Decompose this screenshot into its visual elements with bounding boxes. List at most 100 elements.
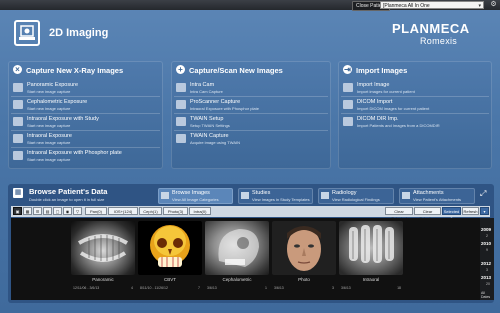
item-subtitle: Acquire image using TWAIN (190, 140, 241, 145)
view-mode-icon[interactable]: ▣ (13, 207, 22, 215)
image-icon (343, 83, 353, 92)
item-subtitle: Import DICOM images for current patient (357, 106, 430, 111)
browse-title: Browse Patient's Data (29, 187, 108, 196)
filter-icon[interactable]: ▽ (73, 207, 82, 215)
cephalometric-exposure-item[interactable]: Cephalometric Exposure Start new image ca… (11, 96, 160, 113)
thumbnail-date: 3/6/13 (341, 286, 351, 290)
thumbnail-label: Cephalometric (222, 277, 252, 282)
thumbnail-panoramic[interactable]: Panoramic 12/11/06 - 3/6/13 4 (71, 221, 135, 295)
proscanner-item[interactable]: ProScanner Capture Intraoral Exposure wit… (174, 96, 328, 113)
capture-xray-panel: × Capture New X-Ray Images Panoramic Exp… (8, 61, 163, 169)
tab-radiology[interactable]: Radiology View Radiological Findings (318, 188, 394, 204)
image-view-icon[interactable]: ▢ (53, 207, 62, 215)
radiology-icon (321, 192, 329, 199)
item-title: Panoramic Exposure (27, 82, 79, 88)
intra-cam-item[interactable]: Intra Cam Intra Cam Capture (174, 80, 328, 96)
filter-intra[interactable]: Intra(0) (189, 207, 211, 215)
thumbnail-date: 3/6/13 (207, 286, 217, 290)
thumbnail-label: Panoramic (92, 277, 114, 282)
intraoral-exposure-item[interactable]: Intraoral Exposure Start new image captur… (11, 130, 160, 147)
import-images-panel: ⇥ Import Images Import Image Import image… (338, 61, 492, 169)
thumbnail-intraoral[interactable]: Intraoral 3/6/13 18 (339, 221, 403, 295)
twain-icon (176, 117, 186, 126)
year-count: 2 (486, 234, 488, 238)
phosphor-plate-icon (13, 151, 23, 160)
thumbnail-photo[interactable]: Photo 3/6/13 3 (272, 221, 336, 295)
all-dates-toggle[interactable]: All Dates (481, 291, 494, 299)
intraoral-phosphor-item[interactable]: Intraoral Exposure with Phosphor plate St… (11, 147, 160, 164)
tab-title: Radiology (332, 190, 357, 196)
year-count: 20 (486, 282, 490, 286)
year-label[interactable]: 2010 (481, 241, 491, 246)
item-subtitle: Start new image capture (27, 140, 71, 145)
filter-ios[interactable]: IOS+(124) (108, 207, 138, 215)
plus-circle-icon: + (176, 65, 185, 74)
item-title: Import Image (357, 82, 390, 88)
intraoral-study-item[interactable]: Intraoral Exposure with Study Start new i… (11, 113, 160, 130)
panel-title: Capture/Scan New Images (189, 66, 283, 75)
tab-title: Studies (252, 190, 271, 196)
refresh-button[interactable]: Refresh (462, 207, 479, 215)
tab-title: Attachments (413, 190, 444, 196)
year-filter: 2009 2 2010 9 2012 3 2013 20 All Dates (480, 218, 494, 300)
dicom-dir-import-item[interactable]: DICOM DIR Imp. Import Patients and Images… (341, 113, 489, 130)
thumbnail-label: Photo (298, 277, 310, 282)
filter-ceph[interactable]: Ceph(1) (139, 207, 162, 215)
item-subtitle: Intra Cam Capture (190, 89, 223, 94)
panoramic-xray-image (71, 221, 135, 275)
tab-attachments[interactable]: Attachments View Patient's Attachments (399, 188, 475, 204)
patient-select-value: [Planmeca All In One (383, 3, 430, 9)
filter-photo[interactable]: Photo(3) (163, 207, 188, 215)
thumbnail-cbvt[interactable]: CBVT 8/11/10 - 11/26/12 7 (138, 221, 202, 295)
expand-icon[interactable]: ⤢ (480, 189, 486, 199)
item-subtitle: Setup TWAIN Settings (190, 123, 230, 128)
import-image-item[interactable]: Import Image Import images for current pa… (341, 80, 489, 96)
item-title: Intraoral Exposure with Phosphor plate (27, 150, 122, 156)
thumbnail-cephalometric[interactable]: Cephalometric 3/6/13 1 (205, 221, 269, 295)
eye-icon[interactable]: ◉ (63, 207, 72, 215)
dicom-dir-icon (343, 117, 353, 126)
year-count: 9 (486, 248, 488, 252)
twain-icon (176, 134, 186, 143)
thumbnail-count: 3 (332, 286, 334, 290)
list-view-icon[interactable]: ☰ (33, 207, 42, 215)
tab-studies[interactable]: Studies View Images in Study Templates (238, 188, 313, 204)
patient-photo-image (272, 221, 336, 275)
thumbnail-date: 8/11/10 - 11/26/12 (140, 286, 168, 290)
grid-view-icon[interactable]: ▦ (23, 207, 32, 215)
twain-setup-item[interactable]: TWAIN Setup Setup TWAIN Settings (174, 113, 328, 130)
browse-subtitle: Double click an image to open it in full… (29, 197, 105, 202)
thumbnail-date: 3/6/13 (274, 286, 284, 290)
item-subtitle: Start new image capture (27, 106, 71, 111)
tab-subtitle: View All Image Categories (172, 197, 219, 202)
clear-selection-button[interactable]: Clear Selection (414, 207, 441, 221)
item-title: DICOM Import (357, 99, 393, 105)
capture-scan-panel: + Capture/Scan New Images Intra Cam Intra… (171, 61, 331, 169)
tab-subtitle: View Images in Study Templates (252, 197, 310, 202)
tab-browse-images[interactable]: Browse Images View All Image Categories (158, 188, 233, 204)
studies-icon (241, 192, 249, 199)
year-label[interactable]: 2009 (481, 227, 491, 232)
menu-icon[interactable]: ▾ (480, 207, 489, 215)
tile-view-icon[interactable]: ▤ (43, 207, 52, 215)
imaging-app-icon (14, 20, 40, 46)
camera-icon (176, 83, 186, 92)
dicom-import-item[interactable]: DICOM Import Import DICOM images for curr… (341, 96, 489, 113)
panoramic-exposure-item[interactable]: Panoramic Exposure Start new image captur… (11, 80, 160, 96)
patient-select[interactable]: [Planmeca All In One ▾ (380, 1, 484, 9)
clear-selected-button[interactable]: Clear Selected (385, 207, 413, 221)
dicom-icon (343, 100, 353, 109)
item-subtitle: Import images for current patient (357, 89, 415, 94)
filter-pan[interactable]: Pan(0) (85, 207, 107, 215)
year-label[interactable]: 2012 (481, 261, 491, 266)
selected-count: Selected 0 (442, 207, 461, 221)
item-title: Intraoral Exposure (27, 133, 72, 139)
item-title: TWAIN Setup (190, 116, 224, 122)
twain-capture-item[interactable]: TWAIN Capture Acquire image using TWAIN (174, 130, 328, 147)
item-subtitle: Import Patients and Images from a DICOMD… (357, 123, 440, 128)
cephalometric-icon (13, 100, 23, 109)
item-title: DICOM DIR Imp. (357, 116, 399, 122)
year-label[interactable]: 2013 (481, 275, 491, 280)
gear-icon[interactable]: ⚙ (489, 1, 498, 9)
item-title: TWAIN Capture (190, 133, 229, 139)
